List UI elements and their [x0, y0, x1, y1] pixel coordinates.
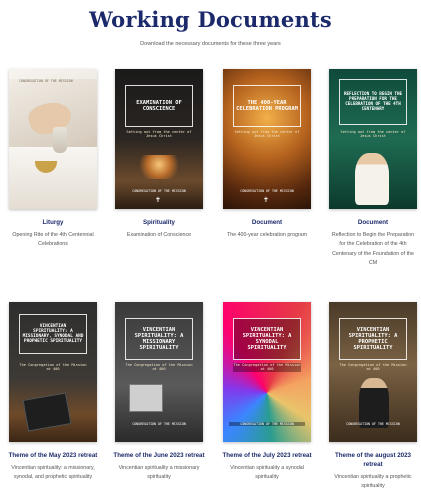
- document-card-june-retreat[interactable]: VINCENTIAN SPIRITUALITY: A MISSIONARY SP…: [113, 302, 205, 483]
- cover-title-frame: REFLECTION TO BEGIN THE PREPARATION FOR …: [339, 79, 407, 125]
- card-description: Reflection to Begin the Preparation for …: [331, 231, 415, 266]
- card-description: Examination of Conscience: [126, 231, 192, 238]
- document-cover-image[interactable]: VINCENTIAN SPIRITUALITY: A SYNODAL SPIRI…: [223, 302, 311, 442]
- cover-footer: CONGREGATION OF THE MISSION: [229, 422, 305, 426]
- card-description: Vincentian spirituality: a missionary, s…: [11, 464, 95, 481]
- card-description: Opening Rite of the 4th Centennial Celeb…: [12, 231, 94, 248]
- document-card-spirituality[interactable]: EXAMINATION OF CONSCIENCE Setting out fr…: [113, 69, 205, 240]
- cover-footer: CONGREGATION OF THE MISSION: [132, 422, 186, 426]
- card-title[interactable]: Theme of the June 2023 retreat: [113, 452, 205, 461]
- card-title[interactable]: Theme of the august 2023 retreat: [327, 452, 419, 470]
- document-card-celebration-program[interactable]: THE 400-YEAR CELEBRATION PROGRAM Setting…: [221, 69, 313, 240]
- cover-title-frame: EXAMINATION OF CONSCIENCE: [125, 85, 193, 127]
- document-cover-image[interactable]: VINCENTIAN SPIRITUALITY: A PROPHETIC SPI…: [329, 302, 417, 442]
- cover-banner: CONGREGATION OF THE MISSION: [19, 79, 73, 83]
- cover-heading: EXAMINATION OF CONSCIENCE: [136, 99, 182, 112]
- cover-subheading: The Congregation of the Mission at 400: [19, 363, 87, 372]
- card-description: Vincentian spirituality a synodal spirit…: [230, 464, 304, 481]
- cross-icon: ✝: [263, 197, 269, 204]
- document-card-liturgy[interactable]: CONGREGATION OF THE MISSION Liturgy Open…: [7, 69, 99, 250]
- card-description: Vincentian spirituality a prophetic spir…: [334, 473, 412, 490]
- cover-title-frame: VINCENTIAN SPIRITUALITY: A MISSIONARY SP…: [125, 318, 193, 360]
- page-subtitle: Download the necessary documents for the…: [140, 41, 281, 47]
- card-title[interactable]: Theme of the May 2023 retreat: [7, 452, 99, 461]
- hand-shape: [25, 97, 75, 139]
- cover-footer: CONGREGATION OF THE MISSION: [346, 422, 400, 426]
- document-cover-image[interactable]: THE 400-YEAR CELEBRATION PROGRAM Setting…: [223, 69, 311, 209]
- cover-heading: VINCENTIAN SPIRITUALITY: A MISSIONARY, S…: [22, 323, 84, 345]
- saint-figure-shape: [359, 378, 389, 428]
- document-cover-image[interactable]: REFLECTION TO BEGIN THE PREPARATION FOR …: [329, 69, 417, 209]
- cover-heading: REFLECTION TO BEGIN THE PREPARATION FOR …: [344, 91, 402, 111]
- priest-figure-shape: [355, 153, 389, 205]
- document-card-may-retreat[interactable]: VINCENTIAN SPIRITUALITY: A MISSIONARY, S…: [7, 302, 99, 483]
- cover-heading: VINCENTIAN SPIRITUALITY: A SYNODAL SPIRI…: [242, 326, 292, 352]
- cross-icon: ✝: [155, 197, 161, 204]
- document-cover-image[interactable]: VINCENTIAN SPIRITUALITY: A MISSIONARY SP…: [115, 302, 203, 442]
- document-card-july-retreat[interactable]: VINCENTIAN SPIRITUALITY: A SYNODAL SPIRI…: [221, 302, 313, 483]
- card-description: Vincentian spirituality a missionary spi…: [118, 464, 200, 481]
- cover-footer: CONGREGATION OF THE MISSION: [132, 189, 186, 193]
- page-title: Working Documents: [89, 7, 332, 32]
- document-cover-image[interactable]: CONGREGATION OF THE MISSION: [9, 69, 97, 209]
- cover-heading: VINCENTIAN SPIRITUALITY: A PROPHETIC SPI…: [348, 326, 398, 352]
- cover-subheading: The Congregation of the Mission at 400: [339, 363, 407, 372]
- book-shape: [22, 392, 72, 432]
- cover-title-frame: VINCENTIAN SPIRITUALITY: A MISSIONARY, S…: [19, 314, 87, 354]
- document-cover-image[interactable]: VINCENTIAN SPIRITUALITY: A MISSIONARY, S…: [9, 302, 97, 442]
- altar-cloth-shape: [9, 147, 97, 209]
- card-title[interactable]: Document: [327, 219, 419, 228]
- cover-subheading: Setting out from the center of Jesus Chr…: [126, 130, 192, 139]
- card-description: The 400-year celebration program: [226, 231, 308, 238]
- cover-footer: CONGREGATION OF THE MISSION: [240, 189, 294, 193]
- document-card-august-retreat[interactable]: VINCENTIAN SPIRITUALITY: A PROPHETIC SPI…: [327, 302, 419, 492]
- cruet-shape: [53, 127, 67, 153]
- cover-subheading: Setting out from the center of Jesus Chr…: [234, 130, 300, 139]
- candle-hands-shape: [137, 155, 181, 179]
- card-title[interactable]: Document: [221, 219, 313, 228]
- cover-title-frame: VINCENTIAN SPIRITUALITY: A SYNODAL SPIRI…: [233, 318, 301, 360]
- card-title[interactable]: Liturgy: [7, 219, 99, 228]
- cover-heading: THE 400-YEAR CELEBRATION PROGRAM: [236, 99, 298, 112]
- card-title[interactable]: Theme of the July 2023 retreat: [221, 452, 313, 461]
- card-title[interactable]: Spirituality: [113, 219, 205, 228]
- cover-heading: VINCENTIAN SPIRITUALITY: A MISSIONARY SP…: [134, 326, 184, 352]
- cover-title-frame: THE 400-YEAR CELEBRATION PROGRAM: [233, 85, 301, 127]
- document-cover-image[interactable]: EXAMINATION OF CONSCIENCE Setting out fr…: [115, 69, 203, 209]
- cover-title-frame: VINCENTIAN SPIRITUALITY: A PROPHETIC SPI…: [339, 318, 407, 360]
- cover-subheading: Setting out from the center of Jesus Chr…: [340, 130, 406, 139]
- cover-subheading: The Congregation of the Mission at 400: [233, 363, 301, 372]
- cart-shape: [129, 384, 163, 412]
- cover-subheading: The Congregation of the Mission at 400: [125, 363, 193, 372]
- document-card-reflection[interactable]: REFLECTION TO BEGIN THE PREPARATION FOR …: [327, 69, 419, 268]
